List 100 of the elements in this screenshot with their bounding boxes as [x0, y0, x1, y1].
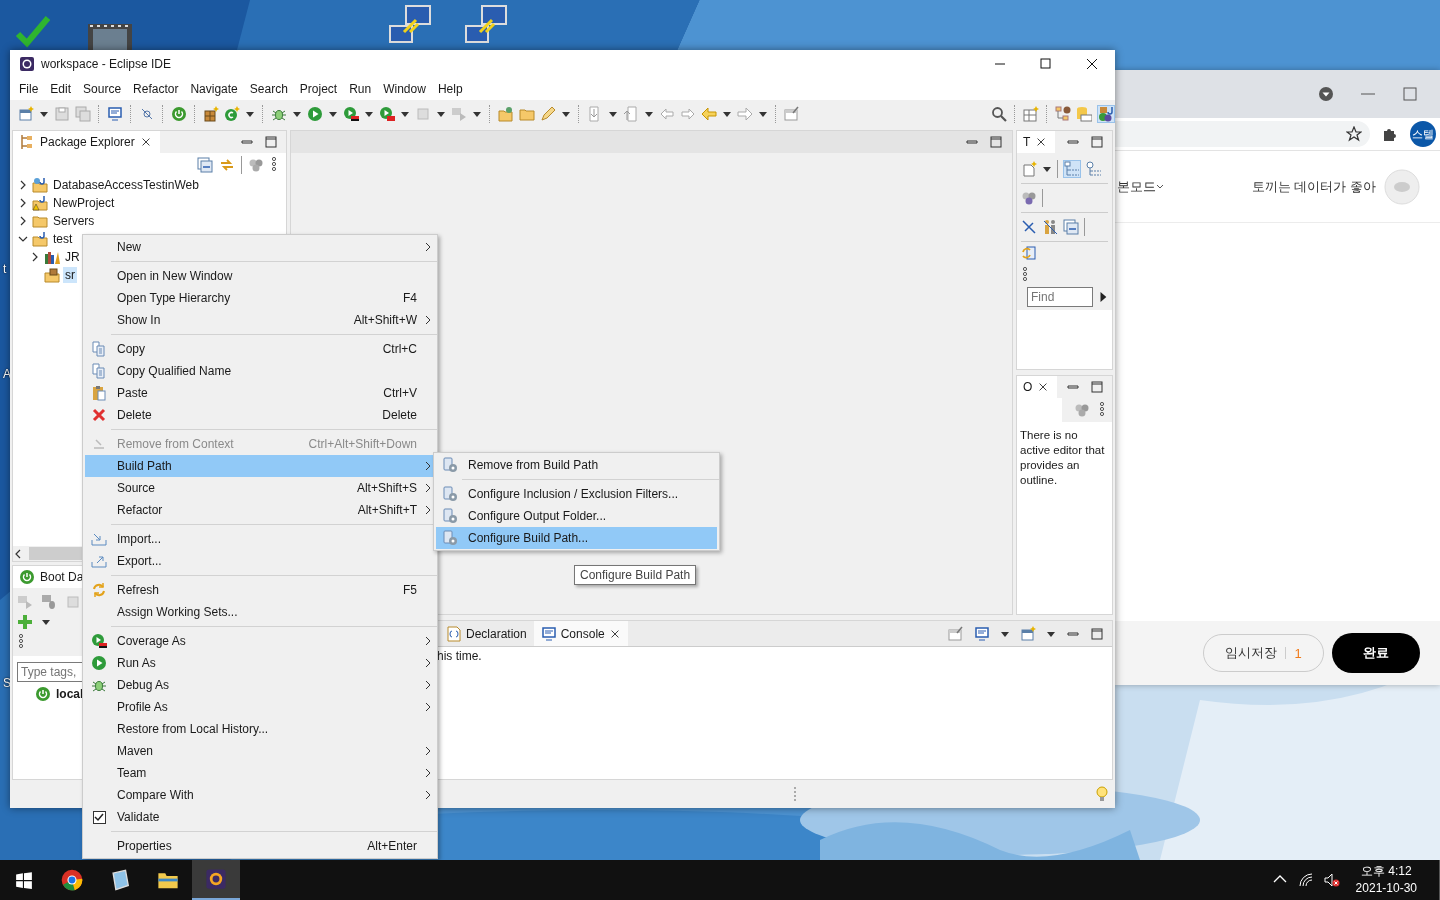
film-icon[interactable] [87, 22, 133, 50]
crate-icon[interactable] [203, 105, 219, 122]
menu-item[interactable]: Search [243, 82, 294, 96]
menu-item[interactable]: Window [377, 82, 432, 96]
menu-item[interactable]: Validate [85, 806, 435, 828]
filter-icon[interactable] [1021, 190, 1037, 206]
display-console-icon[interactable] [974, 625, 990, 642]
dropdown-caret-icon[interactable] [1046, 629, 1056, 638]
dropdown-caret-icon[interactable] [245, 109, 255, 118]
windows-start-icon[interactable] [15, 871, 33, 889]
menu-item[interactable]: Maven [85, 740, 435, 762]
menu-item[interactable]: Copy Qualified Name [85, 360, 435, 382]
dropdown-caret-icon[interactable] [1042, 165, 1052, 173]
collapse-all-icon[interactable] [197, 156, 213, 173]
dropdown-caret-icon[interactable] [722, 109, 732, 118]
tree-item[interactable]: DatabaseAccessTestinWeb [51, 177, 201, 193]
tree-item[interactable]: test [51, 231, 75, 247]
java-perspective-icon[interactable] [1097, 104, 1115, 123]
open-folder-icon[interactable] [498, 105, 514, 122]
menu-item[interactable]: Assign Working Sets... [85, 601, 435, 623]
menu-item[interactable]: Help [431, 82, 469, 96]
dropdown-caret-icon[interactable] [472, 109, 482, 118]
pen-icon[interactable] [540, 105, 556, 122]
menu-item[interactable]: Show In Alt+Shift+W [85, 309, 435, 331]
dropdown-caret-icon[interactable] [608, 109, 618, 118]
find-field[interactable]: Find [1027, 287, 1093, 307]
dropdown-caret-icon[interactable] [400, 109, 410, 118]
menu-item[interactable]: Source [77, 82, 128, 96]
chevron-icon[interactable] [1156, 182, 1164, 191]
dropdown-caret-icon[interactable] [561, 109, 571, 118]
network-computers-icon[interactable] [464, 4, 510, 46]
more-options-icon[interactable] [270, 156, 278, 173]
people-icon[interactable] [1042, 219, 1058, 235]
menu-item[interactable]: Edit [44, 82, 78, 96]
menu-item[interactable]: Restore from Local History... [85, 718, 435, 740]
tree-item[interactable]: NewProject [51, 195, 117, 211]
dropdown-caret-icon[interactable] [1000, 629, 1010, 638]
menu-item[interactable]: Configure Inclusion / Exclusion Filters... [436, 483, 717, 505]
open-console-icon[interactable] [1020, 625, 1036, 642]
maximize-icon[interactable] [1090, 135, 1104, 149]
menu-item[interactable]: Delete Delete [85, 404, 435, 426]
dropdown-caret-icon[interactable] [758, 109, 768, 118]
view-tab[interactable]: O [1017, 376, 1058, 398]
menu-item[interactable]: Refactor Alt+Shift+T [85, 499, 435, 521]
menu-item[interactable]: Profile As [85, 696, 435, 718]
open-perspective-icon[interactable] [1023, 105, 1039, 122]
search-icon[interactable] [991, 105, 1007, 122]
maximize-icon[interactable] [1090, 380, 1104, 394]
maximize-icon[interactable] [989, 135, 1003, 149]
done-button[interactable]: 완료 [1332, 633, 1420, 673]
menu-item[interactable]: Debug As [85, 674, 435, 696]
puzzle-icon[interactable] [1382, 126, 1398, 142]
dropdown-caret-icon[interactable] [39, 109, 49, 118]
menu-item[interactable]: Project [293, 82, 344, 96]
coverage-icon[interactable] [343, 105, 359, 122]
clock[interactable]: 오후 4:12 2021-10-30 [1349, 863, 1425, 897]
checkbox[interactable] [92, 810, 106, 824]
new-task-icon[interactable] [1021, 161, 1037, 177]
dropdown-caret-icon[interactable] [644, 109, 654, 118]
profile-avatar[interactable]: 스텔 [1410, 121, 1436, 147]
menu-item[interactable]: New [85, 236, 435, 258]
hierarchy-icon[interactable] [1055, 105, 1071, 122]
star-icon[interactable] [1346, 126, 1362, 142]
collapse-all-icon[interactable] [1063, 219, 1079, 235]
new-wizard-icon[interactable] [18, 105, 34, 122]
dashboard-item[interactable]: local [56, 687, 84, 701]
menu-item[interactable]: Properties Alt+Enter [85, 835, 435, 857]
menu-item[interactable]: Source Alt+Shift+S [85, 477, 435, 499]
mode-dropdown[interactable]: 본모드 [1117, 177, 1156, 196]
class-icon[interactable] [224, 105, 240, 122]
more-options-icon[interactable] [1021, 267, 1029, 283]
menu-item[interactable]: Build Path [85, 455, 435, 477]
draft-save-button[interactable]: 임시저장 1 [1203, 634, 1324, 672]
menu-item[interactable]: Paste Ctrl+V [85, 382, 435, 404]
network-computers-icon[interactable] [388, 4, 434, 46]
menu-item[interactable]: Import... [85, 528, 435, 550]
dropdown-caret-icon[interactable] [41, 618, 51, 626]
more-options-icon[interactable] [17, 634, 25, 650]
add-icon[interactable] [17, 614, 33, 630]
run-icon[interactable] [307, 105, 323, 122]
speaker-muted-icon[interactable] [1323, 872, 1340, 888]
play-icon[interactable] [1098, 290, 1108, 304]
menu-item[interactable]: Refactor [127, 82, 185, 96]
menu-item[interactable]: Configure Build Path... [436, 527, 717, 549]
dropdown-icon[interactable] [1318, 86, 1334, 102]
menu-item[interactable]: Remove from Build Path [436, 454, 717, 476]
menu-item[interactable]: Compare With [85, 784, 435, 806]
dropdown-caret-icon[interactable] [436, 109, 446, 118]
more-options-icon[interactable] [1098, 402, 1106, 418]
dropdown-caret-icon[interactable] [328, 109, 338, 118]
tree-item[interactable]: JR [63, 249, 82, 265]
menu-item[interactable]: Run As [85, 652, 435, 674]
menu-item[interactable]: File [13, 82, 45, 96]
link-icon[interactable] [219, 156, 235, 173]
menu-item[interactable]: Team [85, 762, 435, 784]
menu-item[interactable]: Open Type Hierarchy F4 [85, 287, 435, 309]
menu-item[interactable]: Coverage As [85, 630, 435, 652]
view-tab[interactable]: T [1017, 131, 1056, 153]
menu-item[interactable]: Open in New Window [85, 265, 435, 287]
dropdown-caret-icon[interactable] [364, 109, 374, 118]
